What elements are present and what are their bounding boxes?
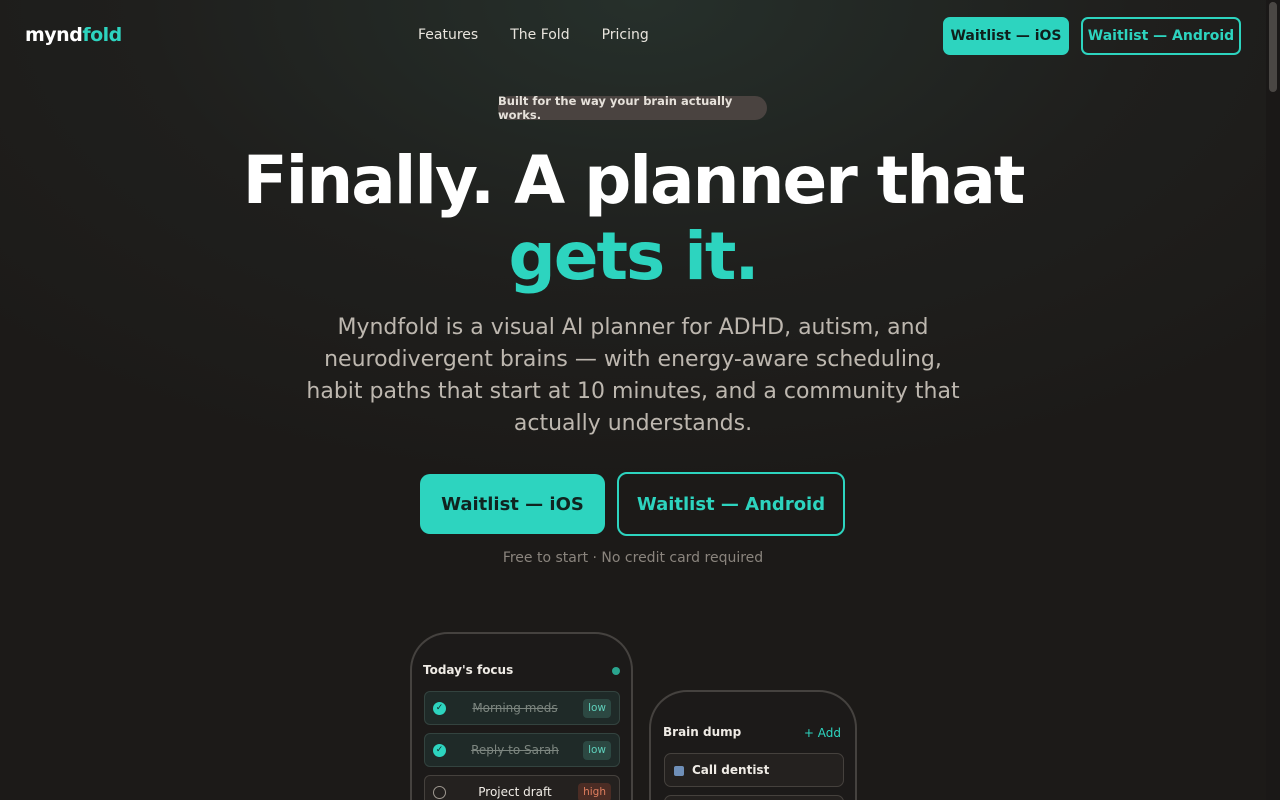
nav-link-pricing[interactable]: Pricing (602, 27, 649, 43)
phone-mockup-focus: Today's focus ✓ Morning meds low ✓ Reply… (410, 632, 633, 800)
hero-subtitle: Myndfold is a visual AI planner for ADHD… (306, 315, 960, 436)
page-scrollbar[interactable]: ▲ (1266, 0, 1280, 800)
priority-tag: low (583, 699, 611, 718)
hero-badge: Built for the way your brain actually wo… (498, 94, 767, 122)
hero-headline-line2: gets it. (508, 218, 759, 295)
hero-waitlist-ios-button[interactable]: Waitlist — iOS (420, 474, 605, 534)
priority-tag: high (578, 783, 611, 800)
nav-link-the-fold[interactable]: The Fold (510, 27, 569, 43)
item-color-square-icon (674, 766, 684, 776)
logo-part-fold: fold (82, 24, 122, 46)
brain-dump-item[interactable] (664, 795, 844, 800)
task-label: Morning meds (472, 701, 558, 715)
priority-tag: low (583, 741, 611, 760)
brain-dump-item-label: Call dentist (692, 763, 770, 777)
task-item[interactable]: ✓ Reply to Sarah low (424, 733, 620, 767)
hero-note: Free to start · No credit card required (502, 550, 764, 566)
task-label: Reply to Sarah (471, 743, 559, 757)
logo-part-mynd: mynd (25, 24, 83, 46)
status-dot-icon (612, 667, 620, 675)
nav-links: Features The Fold Pricing (418, 27, 649, 43)
check-icon[interactable]: ✓ (433, 702, 446, 715)
task-label: Project draft (478, 785, 552, 799)
logo[interactable]: myndfold (25, 24, 122, 46)
scrollbar-thumb[interactable] (1269, 2, 1277, 92)
nav-waitlist-ios-button[interactable]: Waitlist — iOS (943, 17, 1069, 55)
focus-title: Today's focus (423, 663, 514, 677)
checkbox-empty-icon[interactable] (433, 786, 446, 799)
check-icon[interactable]: ✓ (433, 744, 446, 757)
top-nav: myndfold Features The Fold Pricing Waitl… (0, 0, 1266, 72)
brain-dump-title: Brain dump (663, 725, 742, 739)
nav-link-features[interactable]: Features (418, 27, 478, 43)
task-item[interactable]: Project draft high (424, 775, 620, 800)
nav-waitlist-android-button[interactable]: Waitlist — Android (1081, 17, 1241, 55)
phone-mockup-brain-dump: Brain dump + Add Call dentist (649, 690, 857, 800)
hero-waitlist-android-button[interactable]: Waitlist — Android (617, 472, 845, 536)
task-item[interactable]: ✓ Morning meds low (424, 691, 620, 725)
brain-dump-item[interactable]: Call dentist (664, 753, 844, 787)
add-button[interactable]: + Add (804, 726, 841, 740)
hero-headline-line1: Finally. A planner that (242, 142, 1026, 219)
